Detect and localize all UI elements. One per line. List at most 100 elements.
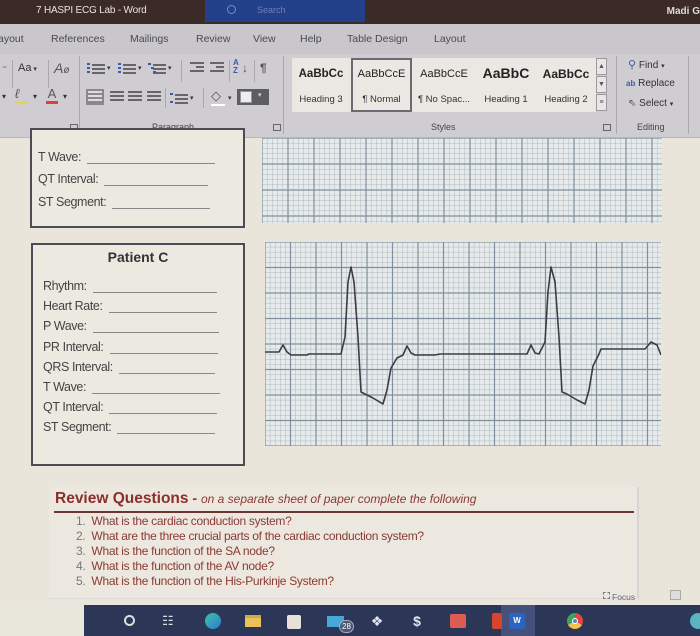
question-number: 1.	[76, 514, 86, 528]
tab-layout[interactable]: ayout	[0, 33, 24, 45]
align-right-button[interactable]	[126, 89, 144, 105]
increase-indent-icon[interactable]	[208, 60, 226, 76]
search-box[interactable]: Search	[205, 0, 365, 22]
question-item: 4. What is the function of the AV node?	[76, 559, 274, 573]
tray-icon[interactable]	[690, 612, 700, 630]
paragraph-dialog-launcher-icon[interactable]	[273, 124, 281, 131]
answer-line[interactable]	[108, 312, 217, 314]
answer-line[interactable]	[118, 372, 215, 374]
font-color-button[interactable]: A	[46, 86, 58, 104]
justify-button[interactable]	[145, 89, 163, 105]
file-explorer-icon[interactable]	[244, 612, 262, 630]
document-page[interactable]: T Wave: QT Interval: ST Segment: Patient…	[0, 128, 700, 600]
question-number: 2.	[76, 529, 86, 543]
styles-dialog-launcher-icon[interactable]	[603, 124, 611, 131]
answer-line[interactable]	[109, 352, 218, 354]
cortana-icon[interactable]	[121, 612, 139, 630]
answer-line[interactable]	[87, 163, 216, 164]
office-mail-icon[interactable]	[449, 612, 467, 630]
styles-scroll-up[interactable]: ▲	[596, 58, 607, 75]
answer-line[interactable]	[104, 185, 209, 186]
tab-table-design[interactable]: Table Design	[347, 33, 408, 45]
divider	[254, 60, 255, 82]
edge-icon[interactable]	[204, 612, 222, 630]
word-icon[interactable]: W	[509, 612, 527, 630]
store-icon[interactable]	[285, 612, 303, 630]
numbering-icon[interactable]	[118, 62, 136, 74]
style-name: Heading 3	[299, 94, 343, 105]
borders-icon	[240, 91, 252, 103]
field-label: Rhythm:	[43, 279, 87, 293]
style-heading-3[interactable]: AaBbCc Heading 3	[292, 58, 350, 112]
sort-icon[interactable]: AZ	[233, 59, 239, 75]
answer-line[interactable]	[92, 332, 219, 334]
chrome-icon[interactable]	[566, 612, 584, 630]
style-preview: AaBbC	[482, 65, 530, 81]
focus-mode-button[interactable]: Focus	[612, 592, 635, 602]
bullets-icon[interactable]	[87, 62, 105, 74]
tab-table-layout[interactable]: Layout	[434, 33, 466, 45]
tab-references[interactable]: References	[51, 33, 105, 45]
replace-icon: ab	[626, 79, 636, 88]
style-heading-2[interactable]: AaBbCc Heading 2	[537, 58, 595, 112]
bullets-dropdown[interactable]: ▾	[107, 64, 111, 72]
tab-review[interactable]: Review	[196, 33, 230, 45]
styles-scroll-down[interactable]: ▼	[596, 76, 607, 93]
tab-mailings[interactable]: Mailings	[130, 33, 169, 45]
line-spacing-dropdown[interactable]: ▾	[190, 94, 194, 102]
question-text: What are the three crucial parts of the …	[91, 529, 424, 543]
highlighter-icon[interactable]: ℓ	[15, 86, 27, 104]
clear-formatting-icon[interactable]: Aø	[54, 60, 69, 76]
sort-arrow: ↓	[242, 61, 248, 75]
style-no-spacing[interactable]: AaBbCcE ¶ No Spac...	[414, 58, 474, 112]
mail-icon[interactable]: 28	[327, 612, 354, 633]
divider	[165, 88, 166, 108]
multilevel-dropdown[interactable]: ▾	[168, 64, 172, 72]
focus-icon	[603, 592, 610, 599]
answer-line[interactable]	[92, 393, 221, 394]
borders-dropdown: ▾	[258, 92, 262, 99]
answer-line[interactable]	[92, 292, 217, 293]
decrease-indent-icon[interactable]	[188, 60, 206, 76]
style-normal[interactable]: AaBbCcE ¶ Normal	[351, 58, 412, 112]
user-name[interactable]: Madi G	[667, 6, 700, 17]
read-mode-icon[interactable]	[670, 590, 681, 600]
font-size-dropdown-edge[interactable]: ⁼	[2, 64, 7, 75]
font-color-dropdown[interactable]: ▾	[63, 92, 67, 101]
change-case-button[interactable]: Aa ▾	[18, 62, 37, 74]
answer-line[interactable]	[117, 433, 216, 435]
show-formatting-icon[interactable]: ¶	[260, 61, 267, 75]
task-view-icon[interactable]: ☷	[162, 612, 180, 630]
answer-line[interactable]	[112, 208, 211, 209]
tab-view[interactable]: View	[253, 33, 276, 45]
replace-button[interactable]: ab Replace	[626, 78, 675, 89]
dropdown-arrow[interactable]: ▾	[2, 92, 6, 101]
field-label: ST Segment:	[43, 420, 112, 435]
tab-help[interactable]: Help	[300, 33, 322, 45]
align-left-button[interactable]	[86, 89, 104, 105]
dropbox-icon[interactable]: ❖	[368, 612, 386, 630]
align-center-button[interactable]	[108, 89, 126, 105]
divider	[181, 60, 182, 82]
answer-line[interactable]	[109, 413, 218, 415]
office-icon[interactable]	[489, 612, 507, 630]
document-title: 7 HASPI ECG Lab - Word	[36, 5, 147, 16]
review-divider	[54, 511, 634, 513]
multilevel-list-icon[interactable]	[148, 62, 166, 74]
borders-button[interactable]: ▾	[237, 89, 269, 105]
highlight-dropdown[interactable]: ▾	[33, 92, 37, 101]
numbering-dropdown[interactable]: ▾	[138, 64, 142, 72]
style-heading-1[interactable]: AaBbC Heading 1	[476, 58, 536, 112]
question-text: What is the cardiac conduction system?	[91, 514, 292, 528]
style-preview: AaBbCcE	[420, 68, 468, 80]
styles-expand[interactable]: ≡	[596, 94, 607, 111]
app-s-icon[interactable]: $	[408, 612, 426, 630]
field-st-segment: ST Segment:	[38, 195, 211, 209]
line-spacing-icon[interactable]	[170, 92, 188, 104]
field-t-wave: T Wave:	[38, 150, 216, 164]
shading-icon[interactable]: ◇	[211, 88, 225, 106]
field-label: T Wave:	[38, 150, 82, 164]
select-button[interactable]: ⇖ Select ▾	[628, 98, 673, 109]
find-button[interactable]: ⚲ Find ▾	[628, 58, 665, 71]
shading-dropdown[interactable]: ▾	[228, 94, 232, 102]
